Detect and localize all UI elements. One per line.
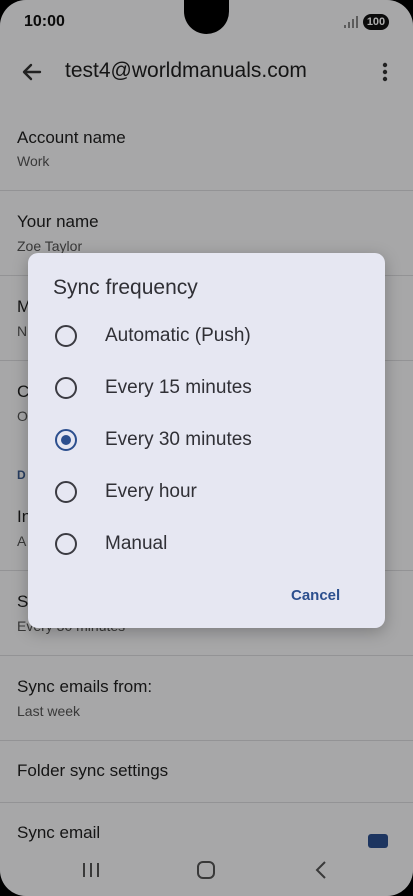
radio-button[interactable] <box>55 481 77 503</box>
option-label: Every hour <box>105 481 197 502</box>
radio-button[interactable] <box>55 377 77 399</box>
option-label: Manual <box>105 533 168 554</box>
dialog-title: Sync frequency <box>53 276 198 299</box>
screen: 10:00 100 test4@worldmanuals.com Account… <box>0 0 413 896</box>
option-every-15-minutes[interactable]: Every 15 minutes <box>28 362 385 414</box>
option-automatic-push[interactable]: Automatic (Push) <box>28 310 385 362</box>
option-label: Automatic (Push) <box>105 325 251 346</box>
option-every-hour[interactable]: Every hour <box>28 466 385 518</box>
radio-button[interactable] <box>55 325 77 347</box>
option-every-30-minutes[interactable]: Every 30 minutes <box>28 414 385 466</box>
radio-button[interactable] <box>55 533 77 555</box>
radio-button-selected[interactable] <box>55 429 77 451</box>
option-manual[interactable]: Manual <box>28 518 385 570</box>
option-label: Every 30 minutes <box>105 429 252 450</box>
sync-frequency-dialog: Sync frequency Automatic (Push) Every 15… <box>28 253 385 628</box>
cancel-button[interactable]: Cancel <box>291 587 340 604</box>
option-label: Every 15 minutes <box>105 377 252 398</box>
